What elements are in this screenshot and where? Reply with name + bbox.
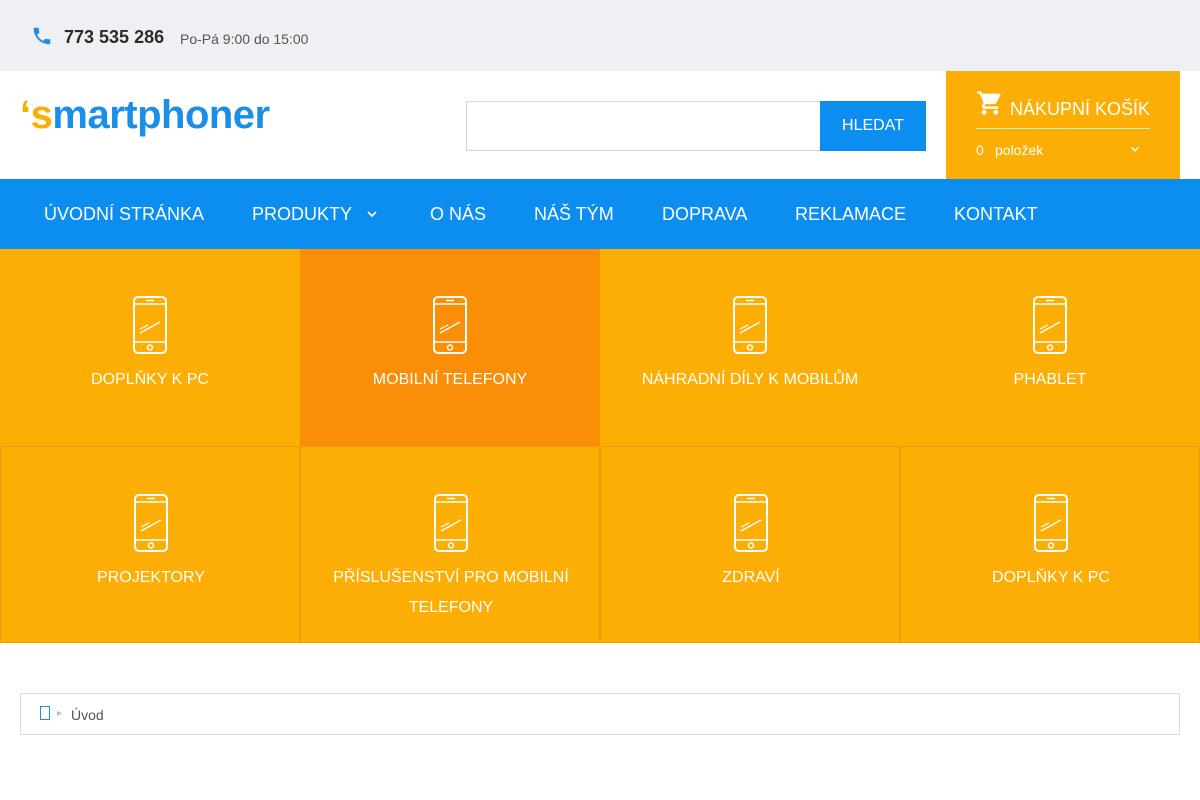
home-icon[interactable] <box>40 706 50 720</box>
top-contact-bar: 773 535 286 Po-Pá 9:00 do 15:00 <box>0 0 1200 71</box>
nav-item-about[interactable]: O NÁS <box>430 204 486 225</box>
smartphone-icon <box>733 296 767 354</box>
main-navigation: ÚVODNÍ STRÁNKA PRODUKTY O NÁS NÁŠ TÝM DO… <box>0 179 1200 249</box>
cart-icon <box>977 91 1001 115</box>
search-input[interactable] <box>466 101 821 151</box>
category-label: MOBILNÍ TELEFONY <box>372 371 528 388</box>
category-label: PŘÍSLUŠENSTVÍ PRO MOBILNÍ TELEFONY <box>333 569 569 616</box>
category-label: PROJEKTORY <box>97 569 205 586</box>
smartphone-icon <box>134 494 168 552</box>
chevron-down-icon[interactable] <box>364 206 380 222</box>
cart-items-label: položek <box>995 142 1044 158</box>
category-label: DOPLŇKY K PC <box>992 569 1110 586</box>
opening-hours: Po-Pá 9:00 do 15:00 <box>180 31 309 47</box>
category-label: NÁHRADNÍ DÍLY K MOBILŮM <box>641 371 859 388</box>
site-header: ‘smartphoner HLEDAT NÁKUPNÍ KOŠÍK 0 polo… <box>0 71 1200 179</box>
category-tile[interactable]: PROJEKTORY <box>0 446 300 643</box>
site-logo[interactable]: ‘smartphoner <box>20 95 270 135</box>
cart-title: NÁKUPNÍ KOŠÍK <box>1010 99 1151 119</box>
category-label: PHABLET <box>1013 371 1087 388</box>
nav-item-contact[interactable]: KONTAKT <box>954 204 1038 225</box>
smartphone-icon <box>1033 296 1067 354</box>
nav-item-shipping[interactable]: DOPRAVA <box>662 204 747 225</box>
category-tile[interactable]: NÁHRADNÍ DÍLY K MOBILŮM <box>600 249 900 446</box>
breadcrumb-separator: ▸ <box>57 708 63 719</box>
category-tile[interactable]: ZDRAVÍ <box>600 446 900 643</box>
category-tile[interactable]: MOBILNÍ TELEFONY <box>300 249 600 446</box>
smartphone-icon <box>433 296 467 354</box>
phone-number[interactable]: 773 535 286 <box>64 27 164 48</box>
nav-item-home[interactable]: ÚVODNÍ STRÁNKA <box>44 204 204 225</box>
nav-item-products[interactable]: PRODUKTY <box>252 204 352 225</box>
category-label: ZDRAVÍ <box>722 569 780 586</box>
chevron-down-icon[interactable] <box>1128 142 1142 156</box>
category-tile[interactable]: PŘÍSLUŠENSTVÍ PRO MOBILNÍ TELEFONY <box>300 446 600 643</box>
smartphone-icon <box>133 296 167 354</box>
cart-count: 0 <box>976 142 984 158</box>
category-label: DOPLŇKY K PC <box>91 371 209 388</box>
shopping-cart[interactable]: NÁKUPNÍ KOŠÍK 0 položek <box>946 71 1180 179</box>
smartphone-icon <box>734 494 768 552</box>
nav-item-team[interactable]: NÁŠ TÝM <box>534 204 614 225</box>
nav-item-complaints[interactable]: REKLAMACE <box>795 204 906 225</box>
search-button[interactable]: HLEDAT <box>820 101 926 151</box>
category-tile[interactable]: PHABLET <box>900 249 1200 446</box>
category-tile[interactable]: DOPLŇKY K PC <box>0 249 300 446</box>
phone-icon <box>33 27 51 45</box>
category-tile[interactable]: DOPLŇKY K PC <box>900 446 1200 643</box>
cart-divider <box>976 128 1150 129</box>
breadcrumb: ▸ Úvod <box>20 693 1180 735</box>
smartphone-icon <box>1034 494 1068 552</box>
smartphone-icon <box>434 494 468 552</box>
breadcrumb-current: Úvod <box>71 707 104 723</box>
